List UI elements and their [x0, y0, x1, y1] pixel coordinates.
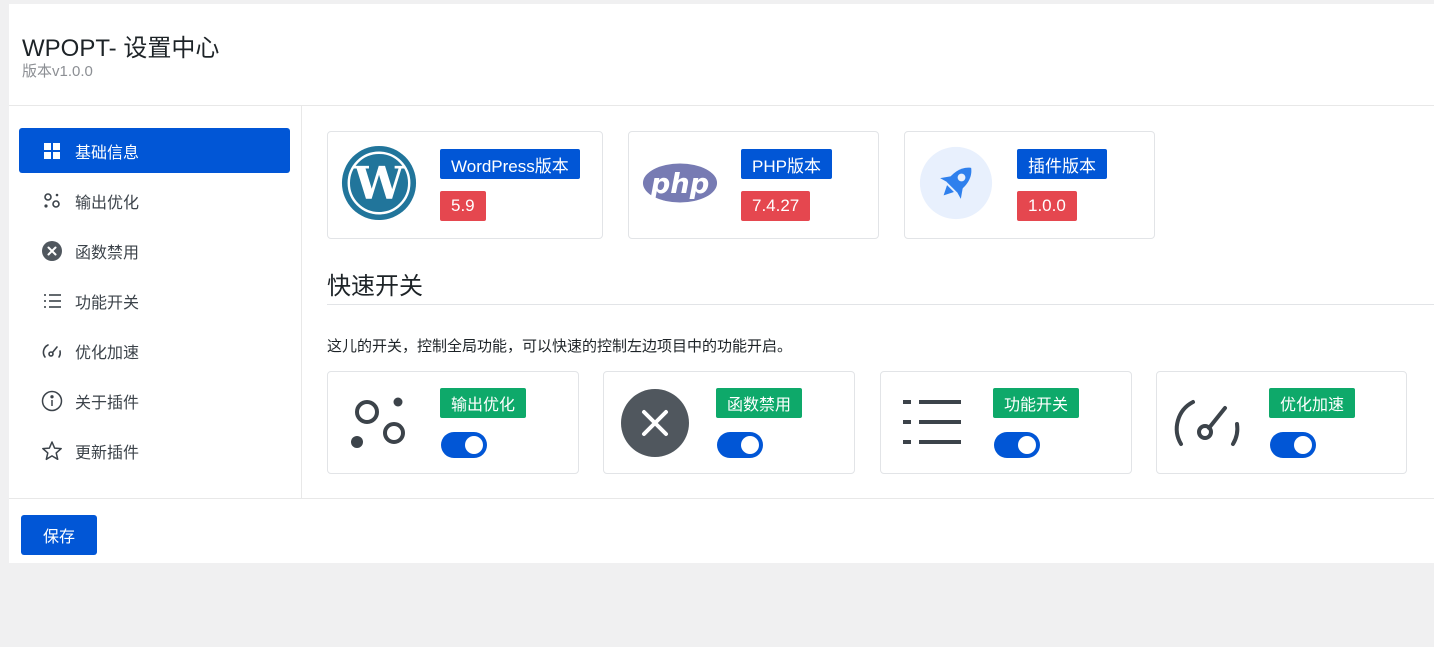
switch-card-output-optimization: 输出优化: [327, 371, 579, 474]
circles-icon: [342, 386, 416, 460]
wordpress-version-card: W WordPress版本 5.9: [327, 131, 603, 239]
version-label: 版本v1.0.0: [22, 63, 93, 80]
sidebar-item-label: 优化加速: [75, 344, 140, 362]
speedometer-icon: [41, 340, 63, 362]
list-icon: [895, 386, 969, 460]
star-icon: [41, 440, 63, 462]
svg-text:W: W: [353, 157, 405, 210]
info-icon: [41, 390, 63, 412]
sidebar-item-label: 更新插件: [75, 444, 140, 462]
switch-label: 输出优化: [440, 388, 527, 418]
section-divider: [327, 304, 1434, 305]
footer-bar: 保存: [9, 498, 1434, 563]
php-version-value: 7.4.27: [741, 191, 811, 221]
php-version-label: PHP版本: [741, 149, 832, 179]
sidebar-item-label: 输出优化: [75, 194, 140, 212]
page-title: WPOPT- 设置中心: [22, 35, 220, 62]
switch-label: 功能开关: [993, 388, 1080, 418]
list-icon: [41, 290, 63, 312]
switch-label: 优化加速: [1269, 388, 1356, 418]
circles-icon: [41, 190, 63, 212]
wordpress-version-label: WordPress版本: [440, 149, 580, 179]
feature-switch-toggle[interactable]: [994, 432, 1040, 458]
sidebar-item-output-optimization[interactable]: 输出优化: [19, 178, 290, 223]
sidebar-item-function-disable[interactable]: 函数禁用: [19, 228, 290, 273]
svg-text:php: php: [650, 169, 710, 200]
sidebar-item-label: 基础信息: [75, 144, 140, 162]
switch-card-function-disable: 函数禁用: [603, 371, 855, 474]
sidebar-item-feature-switch[interactable]: 功能开关: [19, 278, 290, 323]
php-logo-icon: php: [641, 144, 719, 222]
sidebar-item-label: 关于插件: [75, 394, 140, 412]
sidebar-item-label: 函数禁用: [75, 244, 140, 262]
sidebar-item-update-plugin[interactable]: 更新插件: [19, 428, 290, 473]
switch-card-speed-optimization: 优化加速: [1156, 371, 1407, 474]
speed-optimization-toggle[interactable]: [1270, 432, 1316, 458]
rocket-icon: [917, 144, 995, 222]
main-content: W WordPress版本 5.9 php PHP版本 7.4.27 插件版本 …: [303, 106, 1434, 498]
sidebar-item-label: 功能开关: [75, 294, 140, 312]
plugin-version-card: 插件版本 1.0.0: [904, 131, 1155, 239]
settings-panel: WPOPT- 设置中心 版本v1.0.0 基础信息 输出优化 函数禁用 功能开关…: [9, 4, 1434, 563]
plugin-version-value: 1.0.0: [1017, 191, 1077, 221]
close-circle-icon: [41, 240, 63, 262]
quick-switch-description: 这儿的开关，控制全局功能，可以快速的控制左边项目中的功能开启。: [327, 338, 793, 355]
grid-icon: [41, 140, 63, 162]
sidebar-item-about-plugin[interactable]: 关于插件: [19, 378, 290, 423]
speedometer-icon: [1171, 386, 1245, 460]
function-disable-toggle[interactable]: [717, 432, 763, 458]
plugin-version-label: 插件版本: [1017, 149, 1107, 179]
wordpress-version-value: 5.9: [440, 191, 486, 221]
sidebar-item-basic-info[interactable]: 基础信息: [19, 128, 290, 173]
switch-card-feature-switch: 功能开关: [880, 371, 1132, 474]
switch-label: 函数禁用: [716, 388, 803, 418]
page-header: WPOPT- 设置中心 版本v1.0.0: [9, 4, 1434, 106]
sidebar: 基础信息 输出优化 函数禁用 功能开关 优化加速 关于插件 更新插件: [9, 106, 302, 498]
close-circle-icon: [618, 386, 692, 460]
php-version-card: php PHP版本 7.4.27: [628, 131, 879, 239]
quick-switch-title: 快速开关: [327, 273, 423, 300]
wordpress-logo-icon: W: [340, 144, 418, 222]
sidebar-item-speed-optimization[interactable]: 优化加速: [19, 328, 290, 373]
output-optimization-toggle[interactable]: [441, 432, 487, 458]
save-button[interactable]: 保存: [21, 515, 97, 555]
